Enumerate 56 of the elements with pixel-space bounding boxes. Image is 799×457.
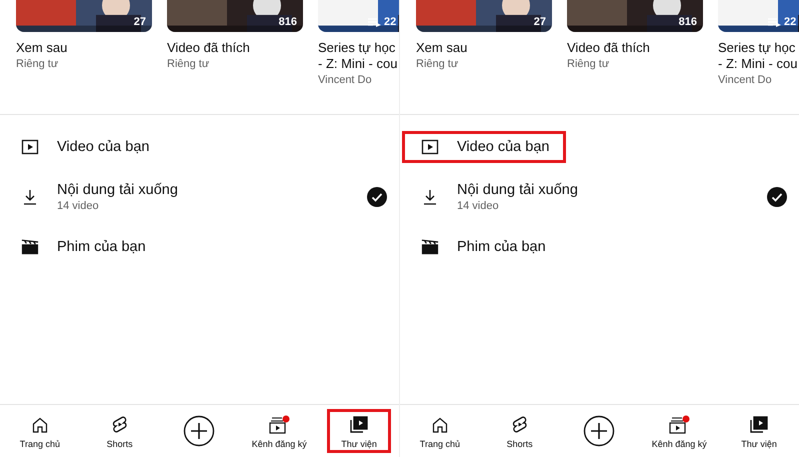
nav-tab[interactable]: Shorts: [88, 409, 152, 453]
playlist-icon: [368, 18, 381, 26]
playlist-owner: Riêng tư: [416, 58, 460, 70]
video-count: 22: [784, 16, 796, 28]
playlist-owner: Riêng tư: [16, 58, 60, 70]
library-item[interactable]: Phim của bạn: [402, 231, 563, 263]
shorts-icon: [110, 414, 129, 434]
nav-tab[interactable]: Thư viện: [327, 409, 392, 453]
library-icon: [749, 416, 770, 434]
library-item[interactable]: Video của bạn: [2, 131, 166, 163]
library-icon: [349, 416, 370, 434]
playlist-owner: Riêng tư: [167, 58, 210, 70]
clapperboard-icon: [21, 238, 39, 256]
playlist-title[interactable]: Video đã thích: [167, 40, 303, 56]
video-count: 22: [384, 16, 396, 28]
item-label: Phim của bạn: [457, 239, 546, 255]
download-icon: [21, 188, 39, 206]
item-label: Nội dung tải xuống: [57, 182, 178, 198]
playlist-title[interactable]: Video đã thích: [567, 40, 703, 56]
playlist-owner: Riêng tư: [567, 58, 610, 70]
playlist-owner: Vincent Do: [318, 74, 373, 86]
home-icon: [430, 416, 449, 434]
home-icon: [30, 416, 49, 434]
nav-tab[interactable]: Thư viện: [727, 409, 792, 453]
add-icon: [583, 415, 616, 447]
playlist-title[interactable]: Series tự học - Z: Mini - cou: [718, 40, 799, 72]
library-item[interactable]: Phim của bạn: [2, 231, 163, 263]
clapperboard-icon: [421, 238, 439, 256]
video-count: 816: [278, 16, 297, 28]
nav-tab[interactable]: Kênh đăng ký: [247, 409, 312, 453]
add-icon: [183, 415, 216, 447]
nav-tab[interactable]: Kênh đăng ký: [647, 409, 712, 453]
library-item[interactable]: Nội dung tải xuống 14 video: [2, 175, 195, 219]
download-icon: [421, 188, 439, 206]
playlist-title[interactable]: Series tự học - Z: Mini - cou: [318, 40, 399, 72]
nav-tab[interactable]: Trang chủ: [408, 409, 472, 453]
item-subtitle: 14 video: [457, 200, 500, 212]
item-label: Nội dung tải xuống: [457, 182, 578, 198]
video-count: 816: [678, 16, 697, 28]
video-count: 27: [134, 16, 146, 28]
nav-tab[interactable]: Shorts: [488, 409, 552, 453]
video-count: 27: [534, 16, 546, 28]
item-subtitle: 14 video: [57, 200, 100, 212]
play-icon: [21, 138, 39, 156]
nav-tab[interactable]: Trang chủ: [8, 409, 72, 453]
library-item[interactable]: Video của bạn: [402, 131, 566, 163]
library-item[interactable]: Nội dung tải xuống 14 video: [402, 175, 595, 219]
playlist-icon: [768, 18, 781, 26]
shorts-icon: [510, 414, 529, 434]
playlist-title[interactable]: Xem sau: [416, 40, 552, 56]
play-icon: [421, 138, 439, 156]
playlist-title[interactable]: Xem sau: [16, 40, 152, 56]
item-label: Video của bạn: [57, 139, 150, 155]
item-label: Phim của bạn: [57, 239, 146, 255]
playlist-owner: Vincent Do: [718, 74, 773, 86]
item-label: Video của bạn: [457, 139, 550, 155]
